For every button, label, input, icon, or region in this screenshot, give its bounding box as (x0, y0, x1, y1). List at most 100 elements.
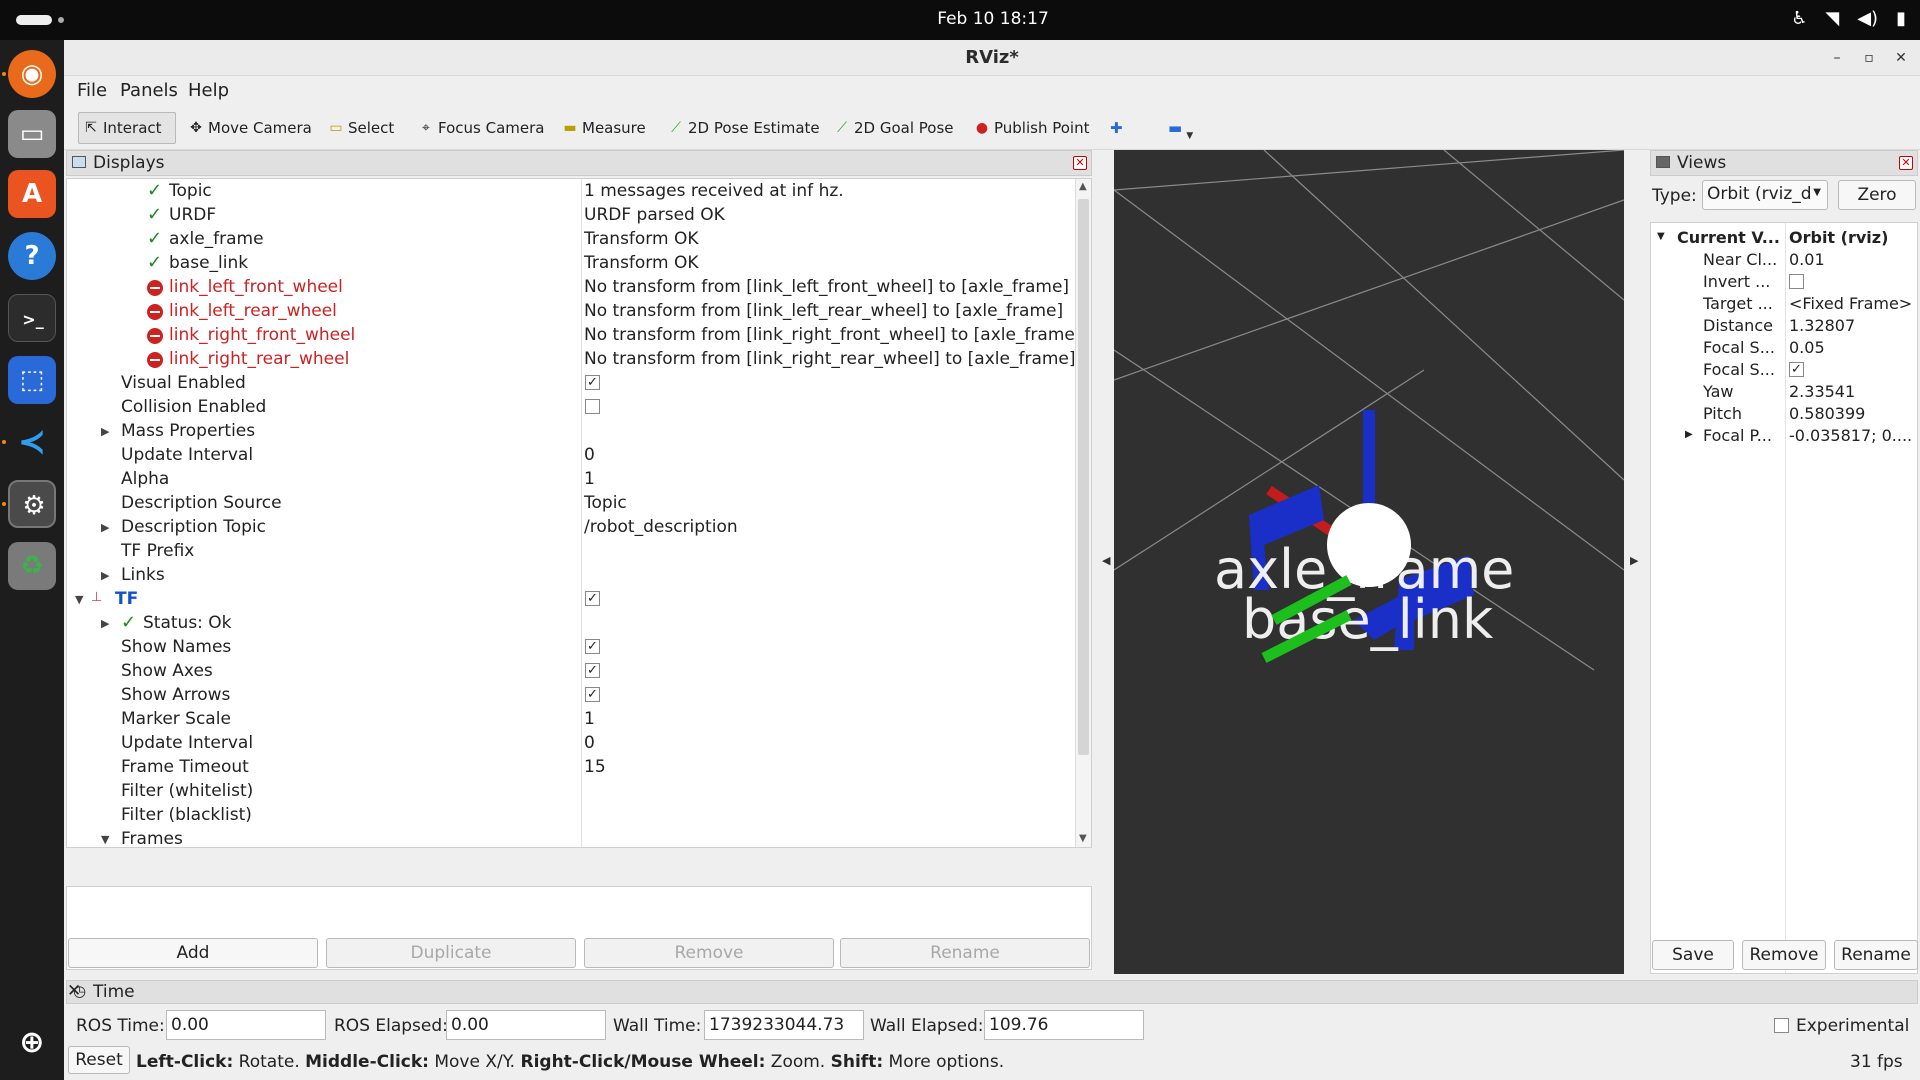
tree-row[interactable]: Show Axes ✓ (67, 659, 1075, 683)
displays-scrollbar[interactable]: ▲ ▼ (1075, 179, 1091, 847)
tree-row[interactable]: ✓ base_link Transform OK (67, 251, 1075, 275)
terminal-icon[interactable]: >_ (8, 294, 56, 342)
menu-file[interactable]: File (77, 80, 107, 101)
scroll-down-icon[interactable]: ▼ (1079, 833, 1087, 844)
wifi-icon[interactable]: ◥ (1825, 8, 1839, 29)
tree-row[interactable]: link_right_front_wheel No transform from … (67, 323, 1081, 347)
invert-checkbox[interactable] (1789, 274, 1804, 289)
select-tool[interactable]: ▭ Select (324, 112, 398, 144)
vscode-icon[interactable]: ≺ (8, 418, 56, 466)
duplicate-display-button[interactable]: Duplicate (326, 938, 576, 968)
maximize-icon[interactable]: ▫ (1860, 49, 1878, 67)
zero-button[interactable]: Zero (1838, 180, 1916, 210)
tree-row[interactable]: ✓ Topic 1 messages received at inf hz. (67, 179, 1075, 203)
settings-icon[interactable]: ⚙ (8, 480, 56, 528)
show-arrows-checkbox[interactable]: ✓ (585, 687, 600, 702)
tree-row[interactable]: ▼ Frames (67, 827, 1075, 847)
tree-row[interactable]: ▼ Current V... Orbit (rviz) (1651, 227, 1917, 249)
tree-row[interactable]: Target ... <Fixed Frame> (1651, 293, 1917, 315)
tree-row[interactable]: Show Names ✓ (67, 635, 1075, 659)
show-apps-icon[interactable]: ⊕ (8, 1018, 56, 1066)
expand-arrow-icon[interactable]: ▶ (101, 617, 111, 630)
tree-row[interactable]: Focal S... 0.05 (1651, 337, 1917, 359)
clock[interactable]: Feb 10 18:17 (0, 9, 1920, 29)
move-camera-tool[interactable]: ✥ Move Camera (184, 112, 316, 144)
tree-row[interactable]: link_left_front_wheel No transform from [… (67, 275, 1075, 299)
tree-row[interactable]: link_left_rear_wheel No transform from [l… (67, 299, 1075, 323)
show-names-checkbox[interactable]: ✓ (585, 639, 600, 654)
expand-arrow-icon[interactable]: ▶ (101, 521, 111, 534)
collapse-right-icon[interactable]: ▶ (1630, 554, 1638, 567)
tree-row[interactable]: Show Arrows ✓ (67, 683, 1075, 707)
wall-elapsed-field[interactable]: 109.76 (984, 1010, 1144, 1040)
tree-row[interactable]: Collision Enabled (67, 395, 1075, 419)
minimize-icon[interactable]: – (1828, 49, 1846, 67)
tree-row[interactable]: ▶ ✓ Status: Ok (67, 611, 1075, 635)
wall-time-field[interactable]: 1739233044.73 (704, 1010, 864, 1040)
tree-row[interactable]: ✓ URDF URDF parsed OK (67, 203, 1075, 227)
tree-row[interactable]: Invert ... (1651, 271, 1917, 293)
tree-row[interactable]: Description Source Topic (67, 491, 1075, 515)
scroll-thumb[interactable] (1078, 199, 1089, 755)
tree-row[interactable]: Frame Timeout 15 (67, 755, 1075, 779)
tree-row[interactable]: Visual Enabled ✓ (67, 371, 1075, 395)
views-tree[interactable]: ▼ Current V... Orbit (rviz) Near Cl... 0.01… (1650, 222, 1918, 974)
tree-row[interactable]: ▶ Description Topic/robot_description (67, 515, 1075, 539)
collapse-arrow-icon[interactable]: ▼ (101, 833, 111, 846)
rename-display-button[interactable]: Rename (840, 938, 1090, 968)
tree-row[interactable]: Filter (blacklist) (67, 803, 1075, 827)
tree-row-tf[interactable]: ▼ ⊥ TF ✓ (67, 587, 1075, 611)
add-tool-button[interactable]: ✚ (1106, 112, 1127, 144)
collapse-left-icon[interactable]: ◀ (1102, 554, 1110, 567)
remove-tool-button[interactable]: ▬ ▼ (1164, 112, 1197, 144)
expand-arrow-icon[interactable]: ▶ (1685, 429, 1693, 440)
tree-row[interactable]: ▶ Focal P... -0.035817; 0.... (1651, 425, 1917, 447)
volume-icon[interactable]: ◀) (1857, 8, 1878, 29)
measure-tool[interactable]: ▬ Measure (558, 112, 650, 144)
menu-help[interactable]: Help (188, 80, 229, 101)
tree-row[interactable]: Pitch 0.580399 (1651, 403, 1917, 425)
add-display-button[interactable]: Add (68, 938, 318, 968)
reset-button[interactable]: Reset (68, 1046, 130, 1074)
tree-row[interactable]: ▶ Mass Properties (67, 419, 1075, 443)
tree-row[interactable]: Focal S... ✓ (1651, 359, 1917, 381)
tree-row[interactable]: ▶ Links (67, 563, 1075, 587)
remove-display-button[interactable]: Remove (584, 938, 834, 968)
tree-row[interactable]: Update Interval 0 (67, 731, 1075, 755)
firefox-icon[interactable]: ◉ (8, 50, 56, 98)
help-icon[interactable]: ? (8, 232, 56, 280)
displays-tree[interactable]: ✓ Topic 1 messages received at inf hz. ✓ UR… (66, 178, 1092, 848)
ros-elapsed-field[interactable]: 0.00 (446, 1010, 606, 1040)
close-panel-icon[interactable]: ✕ (1899, 156, 1913, 170)
focal-shape-checkbox[interactable]: ✓ (1789, 362, 1804, 377)
goal-pose-tool[interactable]: ⟋ 2D Goal Pose (830, 112, 958, 144)
rename-view-button[interactable]: Rename (1834, 940, 1918, 970)
tf-enabled-checkbox[interactable]: ✓ (585, 591, 600, 606)
collapse-arrow-icon[interactable]: ▼ (1657, 231, 1665, 242)
tree-row[interactable]: Near Cl... 0.01 (1651, 249, 1917, 271)
ros-time-field[interactable]: 0.00 (166, 1010, 326, 1040)
scroll-up-icon[interactable]: ▲ (1079, 181, 1087, 192)
system-tray[interactable]: ♿ ◥ ◀) ▮ (1791, 8, 1906, 29)
visual-enabled-checkbox[interactable]: ✓ (585, 375, 600, 390)
tree-row[interactable]: ✓ axle_frame Transform OK (67, 227, 1075, 251)
tree-row[interactable]: Alpha 1 (67, 467, 1075, 491)
close-panel-icon[interactable]: ✕ (1073, 156, 1087, 170)
files-icon[interactable]: ▭ (8, 110, 56, 158)
screenshot-icon[interactable]: ⬚ (8, 356, 56, 404)
view-type-select[interactable]: Orbit (rviz_d ▼ (1702, 180, 1828, 210)
experimental-checkbox[interactable] (1774, 1018, 1789, 1033)
tree-row[interactable]: Marker Scale 1 (67, 707, 1075, 731)
close-panel-icon[interactable]: ✕ (67, 981, 1917, 1001)
collision-enabled-checkbox[interactable] (585, 399, 600, 414)
tree-row[interactable]: Filter (whitelist) (67, 779, 1075, 803)
collapse-arrow-icon[interactable]: ▼ (75, 593, 85, 606)
expand-arrow-icon[interactable]: ▶ (101, 425, 111, 438)
tree-row[interactable]: link_right_rear_wheel No transform from [… (67, 347, 1076, 371)
remove-view-button[interactable]: Remove (1742, 940, 1826, 970)
close-icon[interactable]: ✕ (1892, 49, 1910, 67)
tree-row[interactable]: TF Prefix (67, 539, 1075, 563)
pose-estimate-tool[interactable]: ⟋ 2D Pose Estimate (664, 112, 824, 144)
trash-icon[interactable]: ♻ (8, 542, 56, 590)
accessibility-icon[interactable]: ♿ (1791, 8, 1807, 29)
